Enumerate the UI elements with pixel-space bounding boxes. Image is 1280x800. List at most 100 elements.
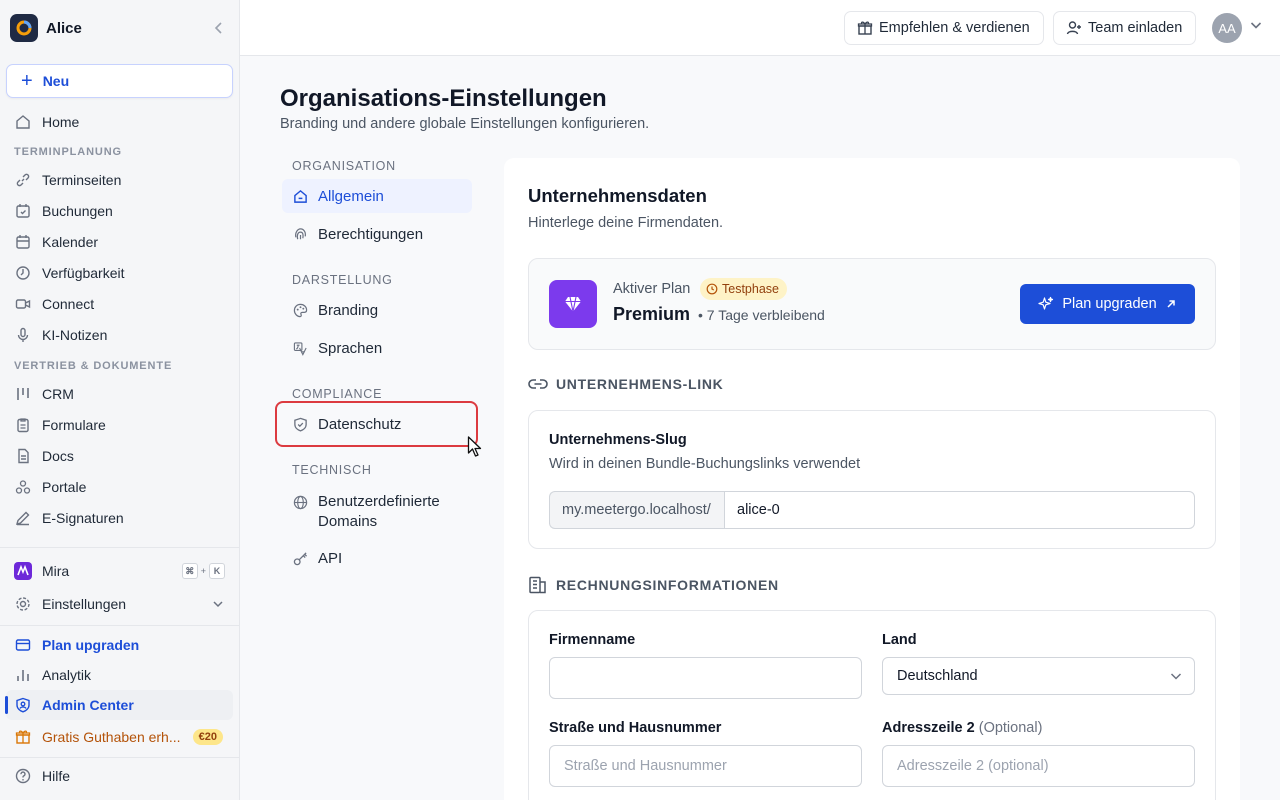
address2-label-text: Adresszeile 2 <box>882 720 975 736</box>
sidebar-divider <box>0 547 239 548</box>
street-input[interactable]: Straße und Hausnummer <box>549 745 862 787</box>
section-subtitle: Hinterlege deine Firmendaten. <box>528 215 724 231</box>
org-name[interactable]: Alice <box>46 20 209 37</box>
diamond-icon <box>549 280 597 328</box>
sidebar-item-connect[interactable]: Connect <box>6 289 233 319</box>
domains-label-line1: Benutzerdefinierte <box>318 493 440 510</box>
credit-card-icon <box>14 636 32 654</box>
clock-icon <box>706 283 718 295</box>
sidebar-item-buchungen[interactable]: Buchungen <box>6 196 233 226</box>
sparkles-icon <box>1038 296 1054 312</box>
sidebar-item-label: Verfügbarkeit <box>42 265 125 281</box>
sidebar-divider <box>0 625 239 626</box>
kanban-icon <box>14 385 32 403</box>
refer-earn-button[interactable]: Empfehlen & verdienen <box>844 11 1044 45</box>
slug-input[interactable]: alice-0 <box>724 491 1195 529</box>
sidebar-item-label: Portale <box>42 479 87 495</box>
shortcut-key: ⌘ <box>181 563 198 579</box>
plan-label: Aktiver Plan <box>613 281 691 297</box>
sidebar-item-hilfe[interactable]: Hilfe <box>6 761 233 791</box>
sidebar-item-label: Gratis Guthaben erh... <box>42 729 181 745</box>
invite-team-button[interactable]: Team einladen <box>1053 11 1197 45</box>
bar-chart-icon <box>14 666 32 684</box>
subnav-item-label: Berechtigungen <box>318 225 424 243</box>
network-icon <box>14 478 32 496</box>
sidebar-item-e-signaturen[interactable]: E-Signaturen <box>6 503 233 533</box>
clipboard-icon <box>14 416 32 434</box>
subnav-item-sprachen[interactable]: Sprachen <box>282 331 472 365</box>
shortcut-key: K <box>209 563 225 579</box>
sidebar-item-terminseiten[interactable]: Terminseiten <box>6 165 233 195</box>
clock-icon <box>14 264 32 282</box>
home-icon <box>14 113 32 131</box>
subnav-item-domains[interactable]: Benutzerdefinierte Domains <box>282 486 472 530</box>
sidebar-item-admin-center[interactable]: Admin Center <box>5 690 233 720</box>
sidebar-item-verfuegbarkeit[interactable]: Verfügbarkeit <box>6 258 233 288</box>
page-title: Organisations-Einstellungen <box>280 85 607 112</box>
sidebar-item-formulare[interactable]: Formulare <box>6 410 233 440</box>
user-plus-icon <box>1066 20 1082 36</box>
subnav-section-technisch: TECHNISCH <box>292 463 372 477</box>
sidebar-item-einstellungen[interactable]: Einstellungen <box>6 589 233 619</box>
sidebar-item-plan-upgraden[interactable]: Plan upgraden <box>6 630 233 660</box>
chevron-down-icon <box>1170 671 1182 681</box>
chevron-down-icon[interactable] <box>1250 20 1262 30</box>
sidebar-item-label: Einstellungen <box>42 596 127 612</box>
sidebar-item-home[interactable]: Home <box>6 107 233 137</box>
mira-shortcut: ⌘ + K <box>181 563 225 579</box>
sidebar: Alice + Neu Home TERMINPLANUNG Terminseit… <box>0 0 240 800</box>
trial-badge: Testphase <box>700 278 787 300</box>
invite-team-label: Team einladen <box>1088 20 1183 36</box>
subnav-item-allgemein[interactable]: Allgemein <box>282 179 472 213</box>
shortcut-plus: + <box>200 566 206 576</box>
sidebar-item-gratis-guthaben[interactable]: Gratis Guthaben erh... €20 <box>6 722 233 752</box>
plan-remaining: • 7 Tage verbleibend <box>698 307 825 323</box>
gift-icon <box>857 20 873 36</box>
microphone-icon <box>14 326 32 344</box>
upgrade-plan-label: Plan upgraden <box>1062 296 1157 312</box>
sidebar-item-label: E-Signaturen <box>42 510 124 526</box>
address2-optional-hint: (Optional) <box>978 720 1043 736</box>
subnav-item-label: Benutzerdefinierte Domains <box>318 492 440 532</box>
globe-icon <box>292 494 308 510</box>
country-select-value: Deutschland <box>897 668 978 684</box>
sidebar-item-analytik[interactable]: Analytik <box>6 660 233 690</box>
address2-input[interactable]: Adresszeile 2 (optional) <box>882 745 1195 787</box>
sidebar-item-mira[interactable]: Mira ⌘ + K <box>6 556 233 586</box>
subnav-item-branding[interactable]: Branding <box>282 293 472 327</box>
user-shield-icon <box>14 696 32 714</box>
subnav-item-label: Sprachen <box>318 339 383 357</box>
sidebar-item-kalender[interactable]: Kalender <box>6 227 233 257</box>
upgrade-plan-button[interactable]: Plan upgraden <box>1020 284 1195 324</box>
new-button[interactable]: + Neu <box>6 64 233 98</box>
refer-earn-label: Empfehlen & verdienen <box>879 20 1030 36</box>
avatar[interactable]: AA <box>1212 13 1242 43</box>
subnav-section-compliance: COMPLIANCE <box>292 387 383 401</box>
plus-icon: + <box>21 70 33 92</box>
billing-section-header: RECHNUNGSINFORMATIONEN <box>528 576 779 594</box>
collapse-sidebar-icon[interactable] <box>209 18 229 38</box>
sidebar-item-crm[interactable]: CRM <box>6 379 233 409</box>
building-home-icon <box>292 188 308 204</box>
sidebar-item-docs[interactable]: Docs <box>6 441 233 471</box>
sidebar-item-label: Buchungen <box>42 203 113 219</box>
billing-section-label: RECHNUNGSINFORMATIONEN <box>556 577 779 593</box>
sidebar-item-ki-notizen[interactable]: KI-Notizen <box>6 320 233 350</box>
section-title: Unternehmensdaten <box>528 185 707 206</box>
document-icon <box>14 447 32 465</box>
country-select[interactable]: Deutschland <box>882 657 1195 695</box>
help-icon <box>14 767 32 785</box>
gear-icon <box>14 595 32 613</box>
sidebar-item-label: Mira <box>42 563 70 579</box>
mouse-cursor-icon <box>467 436 482 457</box>
sidebar-item-portale[interactable]: Portale <box>6 472 233 502</box>
focus-highlight <box>275 401 478 447</box>
org-logo[interactable] <box>10 14 38 42</box>
subnav-item-api[interactable]: API <box>282 541 472 575</box>
sidebar-item-label: Home <box>42 114 80 130</box>
slug-prefix: my.meetergo.localhost/ <box>549 491 725 529</box>
subnav-item-berechtigungen[interactable]: Berechtigungen <box>282 217 472 251</box>
pen-icon <box>14 509 32 527</box>
subnav-section-darstellung: DARSTELLUNG <box>292 273 393 287</box>
company-name-input[interactable] <box>549 657 862 699</box>
